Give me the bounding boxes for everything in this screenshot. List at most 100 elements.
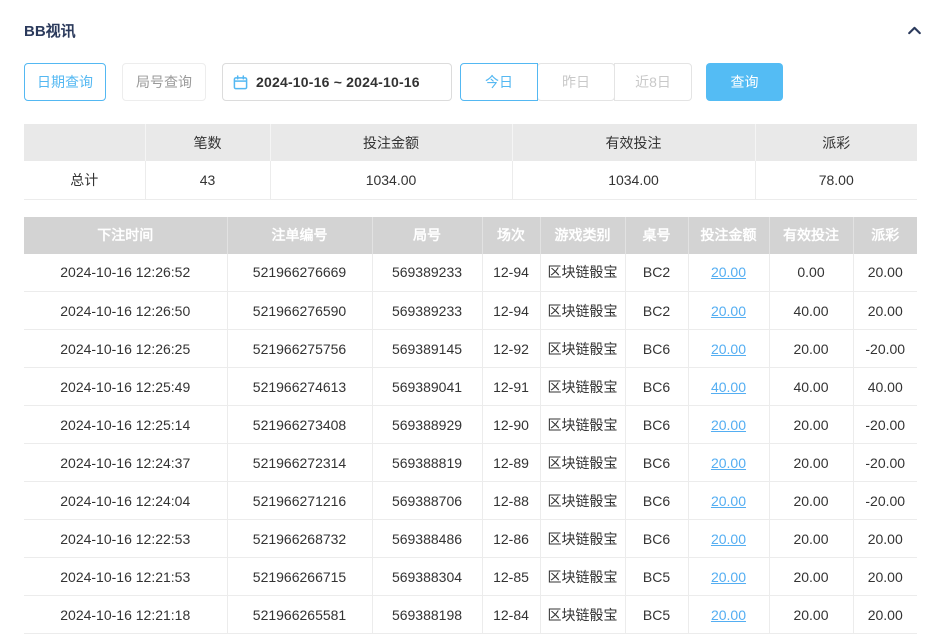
bb-video-panel: BB视讯 日期查询 局号查询 2024-10-16 ~ 2024-10-16 今… — [0, 0, 947, 634]
summary-header-bet-amount: 投注金额 — [270, 124, 512, 161]
cell-session: 12-91 — [482, 368, 540, 406]
col-header-table-no: 桌号 — [625, 217, 688, 254]
summary-total-row: 总计 43 1034.00 1034.00 78.00 — [24, 161, 917, 199]
summary-total-payout: 78.00 — [755, 161, 917, 199]
cell-game-type: 区块链骰宝 — [540, 292, 625, 330]
cell-payout: 20.00 — [853, 292, 917, 330]
table-row: 2024-10-16 12:22:53521966268732569388486… — [24, 520, 917, 558]
cell-bet-time: 2024-10-16 12:24:04 — [24, 482, 227, 520]
bet-amount-link[interactable]: 20.00 — [711, 417, 746, 433]
bet-amount-link[interactable]: 20.00 — [711, 303, 746, 319]
panel-header: BB视讯 — [24, 20, 923, 41]
col-header-game-type: 游戏类别 — [540, 217, 625, 254]
search-button[interactable]: 查询 — [706, 63, 783, 101]
cell-bet-time: 2024-10-16 12:22:53 — [24, 520, 227, 558]
cell-payout: 20.00 — [853, 520, 917, 558]
cell-game-type: 区块链骰宝 — [540, 520, 625, 558]
cell-order-id: 521966274613 — [227, 368, 372, 406]
cell-valid-bet: 20.00 — [769, 444, 853, 482]
cell-payout: -20.00 — [853, 406, 917, 444]
cell-session: 12-84 — [482, 596, 540, 634]
table-row: 2024-10-16 12:25:14521966273408569388929… — [24, 406, 917, 444]
cell-valid-bet: 20.00 — [769, 406, 853, 444]
table-row: 2024-10-16 12:24:04521966271216569388706… — [24, 482, 917, 520]
cell-bet-amount: 20.00 — [688, 558, 769, 596]
bet-amount-link[interactable]: 20.00 — [711, 531, 746, 547]
cell-round-id: 569389233 — [372, 292, 482, 330]
cell-bet-time: 2024-10-16 12:26:50 — [24, 292, 227, 330]
cell-bet-amount: 40.00 — [688, 368, 769, 406]
cell-table-no: BC6 — [625, 444, 688, 482]
cell-game-type: 区块链骰宝 — [540, 368, 625, 406]
col-header-round-id: 局号 — [372, 217, 482, 254]
table-row: 2024-10-16 12:26:25521966275756569389145… — [24, 330, 917, 368]
cell-table-no: BC2 — [625, 254, 688, 292]
cell-session: 12-90 — [482, 406, 540, 444]
summary-header-valid-bet: 有效投注 — [512, 124, 755, 161]
cell-valid-bet: 40.00 — [769, 368, 853, 406]
col-header-order-id: 注单编号 — [227, 217, 372, 254]
bet-amount-link[interactable]: 20.00 — [711, 264, 746, 280]
cell-valid-bet: 20.00 — [769, 520, 853, 558]
cell-valid-bet: 20.00 — [769, 482, 853, 520]
table-row: 2024-10-16 12:21:53521966266715569388304… — [24, 558, 917, 596]
cell-order-id: 521966276669 — [227, 254, 372, 292]
bet-amount-link[interactable]: 20.00 — [711, 455, 746, 471]
bet-amount-link[interactable]: 20.00 — [711, 341, 746, 357]
col-header-valid-bet: 有效投注 — [769, 217, 853, 254]
cell-round-id: 569389145 — [372, 330, 482, 368]
cell-order-id: 521966271216 — [227, 482, 372, 520]
cell-payout: 20.00 — [853, 254, 917, 292]
cell-session: 12-88 — [482, 482, 540, 520]
cell-table-no: BC2 — [625, 292, 688, 330]
today-button[interactable]: 今日 — [460, 63, 538, 101]
cell-bet-amount: 20.00 — [688, 596, 769, 634]
cell-payout: 20.00 — [853, 558, 917, 596]
cell-order-id: 521966272314 — [227, 444, 372, 482]
cell-valid-bet: 20.00 — [769, 596, 853, 634]
cell-bet-time: 2024-10-16 12:21:53 — [24, 558, 227, 596]
cell-game-type: 区块链骰宝 — [540, 558, 625, 596]
date-query-tab[interactable]: 日期查询 — [24, 63, 106, 101]
cell-game-type: 区块链骰宝 — [540, 330, 625, 368]
bet-amount-link[interactable]: 20.00 — [711, 493, 746, 509]
summary-total-bet-amount: 1034.00 — [270, 161, 512, 199]
cell-valid-bet: 20.00 — [769, 558, 853, 596]
quick-range-group: 今日 昨日 近8日 — [460, 63, 692, 101]
date-range-input[interactable]: 2024-10-16 ~ 2024-10-16 — [222, 63, 452, 101]
cell-order-id: 521966276590 — [227, 292, 372, 330]
calendar-icon — [233, 75, 248, 90]
summary-header-row: 笔数 投注金额 有效投注 派彩 — [24, 124, 917, 161]
cell-table-no: BC5 — [625, 558, 688, 596]
cell-session: 12-92 — [482, 330, 540, 368]
cell-session: 12-94 — [482, 292, 540, 330]
yesterday-button[interactable]: 昨日 — [537, 63, 615, 101]
col-header-payout: 派彩 — [853, 217, 917, 254]
bet-amount-link[interactable]: 40.00 — [711, 379, 746, 395]
page-title: BB视讯 — [24, 20, 76, 41]
cell-bet-amount: 20.00 — [688, 444, 769, 482]
round-query-tab[interactable]: 局号查询 — [122, 63, 206, 101]
chevron-up-icon[interactable] — [906, 22, 923, 39]
table-row: 2024-10-16 12:26:50521966276590569389233… — [24, 292, 917, 330]
cell-payout: 40.00 — [853, 368, 917, 406]
cell-payout: -20.00 — [853, 444, 917, 482]
summary-total-label: 总计 — [24, 161, 145, 199]
table-header-row: 下注时间 注单编号 局号 场次 游戏类别 桌号 投注金额 有效投注 派彩 — [24, 217, 917, 254]
cell-payout: 20.00 — [853, 596, 917, 634]
cell-bet-time: 2024-10-16 12:25:49 — [24, 368, 227, 406]
summary-header-blank — [24, 124, 145, 161]
cell-game-type: 区块链骰宝 — [540, 406, 625, 444]
filter-bar: 日期查询 局号查询 2024-10-16 ~ 2024-10-16 今日 昨日 … — [24, 63, 923, 101]
cell-order-id: 521966266715 — [227, 558, 372, 596]
cell-valid-bet: 40.00 — [769, 292, 853, 330]
bet-amount-link[interactable]: 20.00 — [711, 607, 746, 623]
cell-valid-bet: 0.00 — [769, 254, 853, 292]
bet-amount-link[interactable]: 20.00 — [711, 569, 746, 585]
cell-table-no: BC6 — [625, 520, 688, 558]
cell-table-no: BC5 — [625, 596, 688, 634]
summary-table: 笔数 投注金额 有效投注 派彩 总计 43 1034.00 1034.00 78… — [24, 124, 917, 200]
cell-order-id: 521966275756 — [227, 330, 372, 368]
last-8-days-button[interactable]: 近8日 — [614, 63, 692, 101]
table-row: 2024-10-16 12:21:18521966265581569388198… — [24, 596, 917, 634]
